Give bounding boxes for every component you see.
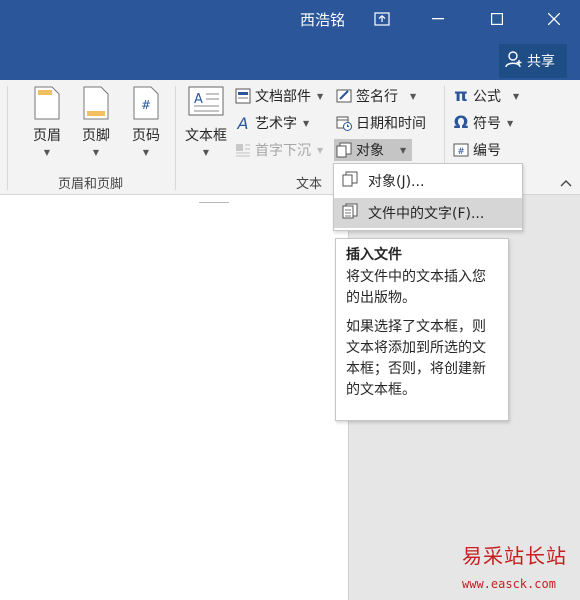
signature-line-button[interactable]: 签名行 ▼ [336, 85, 416, 107]
symbol-label: 符号 [473, 116, 501, 132]
drop-cap-icon [235, 142, 251, 158]
share-label: 共享 [527, 54, 555, 70]
numbering-label: 编号 [473, 143, 501, 159]
chevron-down-icon: ▼ [507, 118, 514, 128]
group-label-header-footer: 页眉和页脚 [58, 177, 124, 192]
date-time-label: 日期和时间 [356, 116, 426, 132]
object-button[interactable]: 对象 ▼ [334, 139, 412, 161]
chevron-down-icon: ▼ [400, 145, 407, 155]
title-bar: 西浩铭 共享 [0, 0, 580, 80]
textbox-icon: A [188, 86, 224, 116]
date-time-button[interactable]: 日期和时间 [336, 112, 426, 134]
chevron-down-icon: ▼ [43, 148, 51, 157]
watermark-text: 易采站长站 [462, 544, 567, 568]
header-button[interactable]: 页眉 ▼ [24, 86, 70, 157]
signature-icon [336, 88, 352, 104]
page-number-icon: # [133, 86, 159, 120]
footer-label: 页脚 [82, 128, 110, 144]
svg-text:A: A [194, 92, 203, 107]
watermark: 易采站长站 www.easck.com [462, 540, 580, 600]
numbering-icon: # [453, 142, 469, 158]
wordart-icon: A [237, 113, 249, 133]
omega-icon: Ω [453, 113, 469, 133]
calendar-clock-icon [336, 115, 352, 131]
drop-cap-label: 首字下沉 [255, 143, 311, 159]
menu-item-label: 对象(J)... [368, 174, 425, 190]
quick-parts-button[interactable]: 文档部件 ▼ [235, 85, 323, 107]
chevron-down-icon: ▼ [202, 148, 210, 157]
object-dropdown-menu: 对象(J)... 文件中的文字(F)... [333, 163, 523, 231]
quick-parts-label: 文档部件 [255, 89, 311, 105]
wordart-button[interactable]: A 艺术字 ▼ [235, 112, 310, 134]
chevron-down-icon: ▼ [513, 91, 520, 101]
tooltip-title: 插入文件 [346, 247, 402, 263]
svg-text:#: # [457, 147, 465, 157]
equation-label: 公式 [473, 89, 501, 105]
numbering-button[interactable]: # 编号 [453, 139, 501, 161]
svg-text:#: # [141, 98, 151, 112]
document-page[interactable] [0, 195, 349, 600]
chevron-down-icon: ▼ [317, 145, 324, 155]
page-number-button[interactable]: # 页码 ▼ [123, 86, 169, 157]
collapse-ribbon-icon[interactable] [560, 175, 572, 191]
object-icon [342, 171, 358, 191]
chevron-down-icon: ▼ [317, 91, 324, 101]
page-number-label: 页码 [132, 128, 160, 144]
pi-icon: π [454, 86, 468, 106]
text-file-icon [342, 203, 358, 223]
tooltip-description-detail: 如果选择了文本框，则文本将添加到所选的文本框；否则，将创建新的文本框。 [346, 319, 486, 398]
tooltip-description: 将文件中的文本插入您的出版物。 [346, 269, 486, 306]
header-label: 页眉 [33, 128, 61, 144]
textbox-label: 文本框 [185, 128, 227, 144]
symbol-button[interactable]: Ω 符号 ▼ [453, 112, 513, 134]
textbox-button[interactable]: A 文本框 ▼ [181, 86, 231, 157]
signature-line-label: 签名行 [356, 89, 398, 105]
person-icon [505, 50, 523, 72]
equation-button[interactable]: π 公式 ▼ [453, 85, 519, 107]
close-icon[interactable] [540, 8, 568, 30]
tooltip: 插入文件 将文件中的文本插入您的出版物。 如果选择了文本框，则文本将添加到所选的… [335, 238, 509, 421]
divider [7, 86, 8, 190]
divider [175, 86, 176, 190]
menu-item-object[interactable]: 对象(J)... [334, 166, 522, 196]
user-name[interactable]: 西浩铭 [300, 9, 345, 30]
minimize-icon[interactable] [424, 8, 452, 30]
menu-item-label: 文件中的文字(F)... [368, 206, 485, 222]
wordart-label: 艺术字 [255, 116, 297, 132]
menu-item-text-from-file[interactable]: 文件中的文字(F)... [334, 198, 522, 228]
footer-button[interactable]: 页脚 ▼ [73, 86, 119, 157]
maximize-icon[interactable] [483, 8, 511, 30]
footer-icon [83, 86, 109, 120]
chevron-down-icon: ▼ [142, 148, 150, 157]
ribbon-display-options-icon[interactable] [368, 8, 396, 30]
chevron-down-icon: ▼ [303, 118, 310, 128]
share-button[interactable]: 共享 [499, 44, 567, 78]
object-icon [336, 142, 352, 158]
quick-parts-icon [235, 88, 251, 104]
header-icon [34, 86, 60, 120]
group-label-text: 文本 [296, 177, 323, 192]
watermark-url: www.easck.com [462, 577, 556, 591]
page-margin-mark [199, 195, 229, 203]
drop-cap-button[interactable]: 首字下沉 ▼ [235, 139, 323, 161]
object-label: 对象 [356, 143, 384, 159]
chevron-down-icon: ▼ [92, 148, 100, 157]
chevron-down-icon: ▼ [410, 91, 417, 101]
